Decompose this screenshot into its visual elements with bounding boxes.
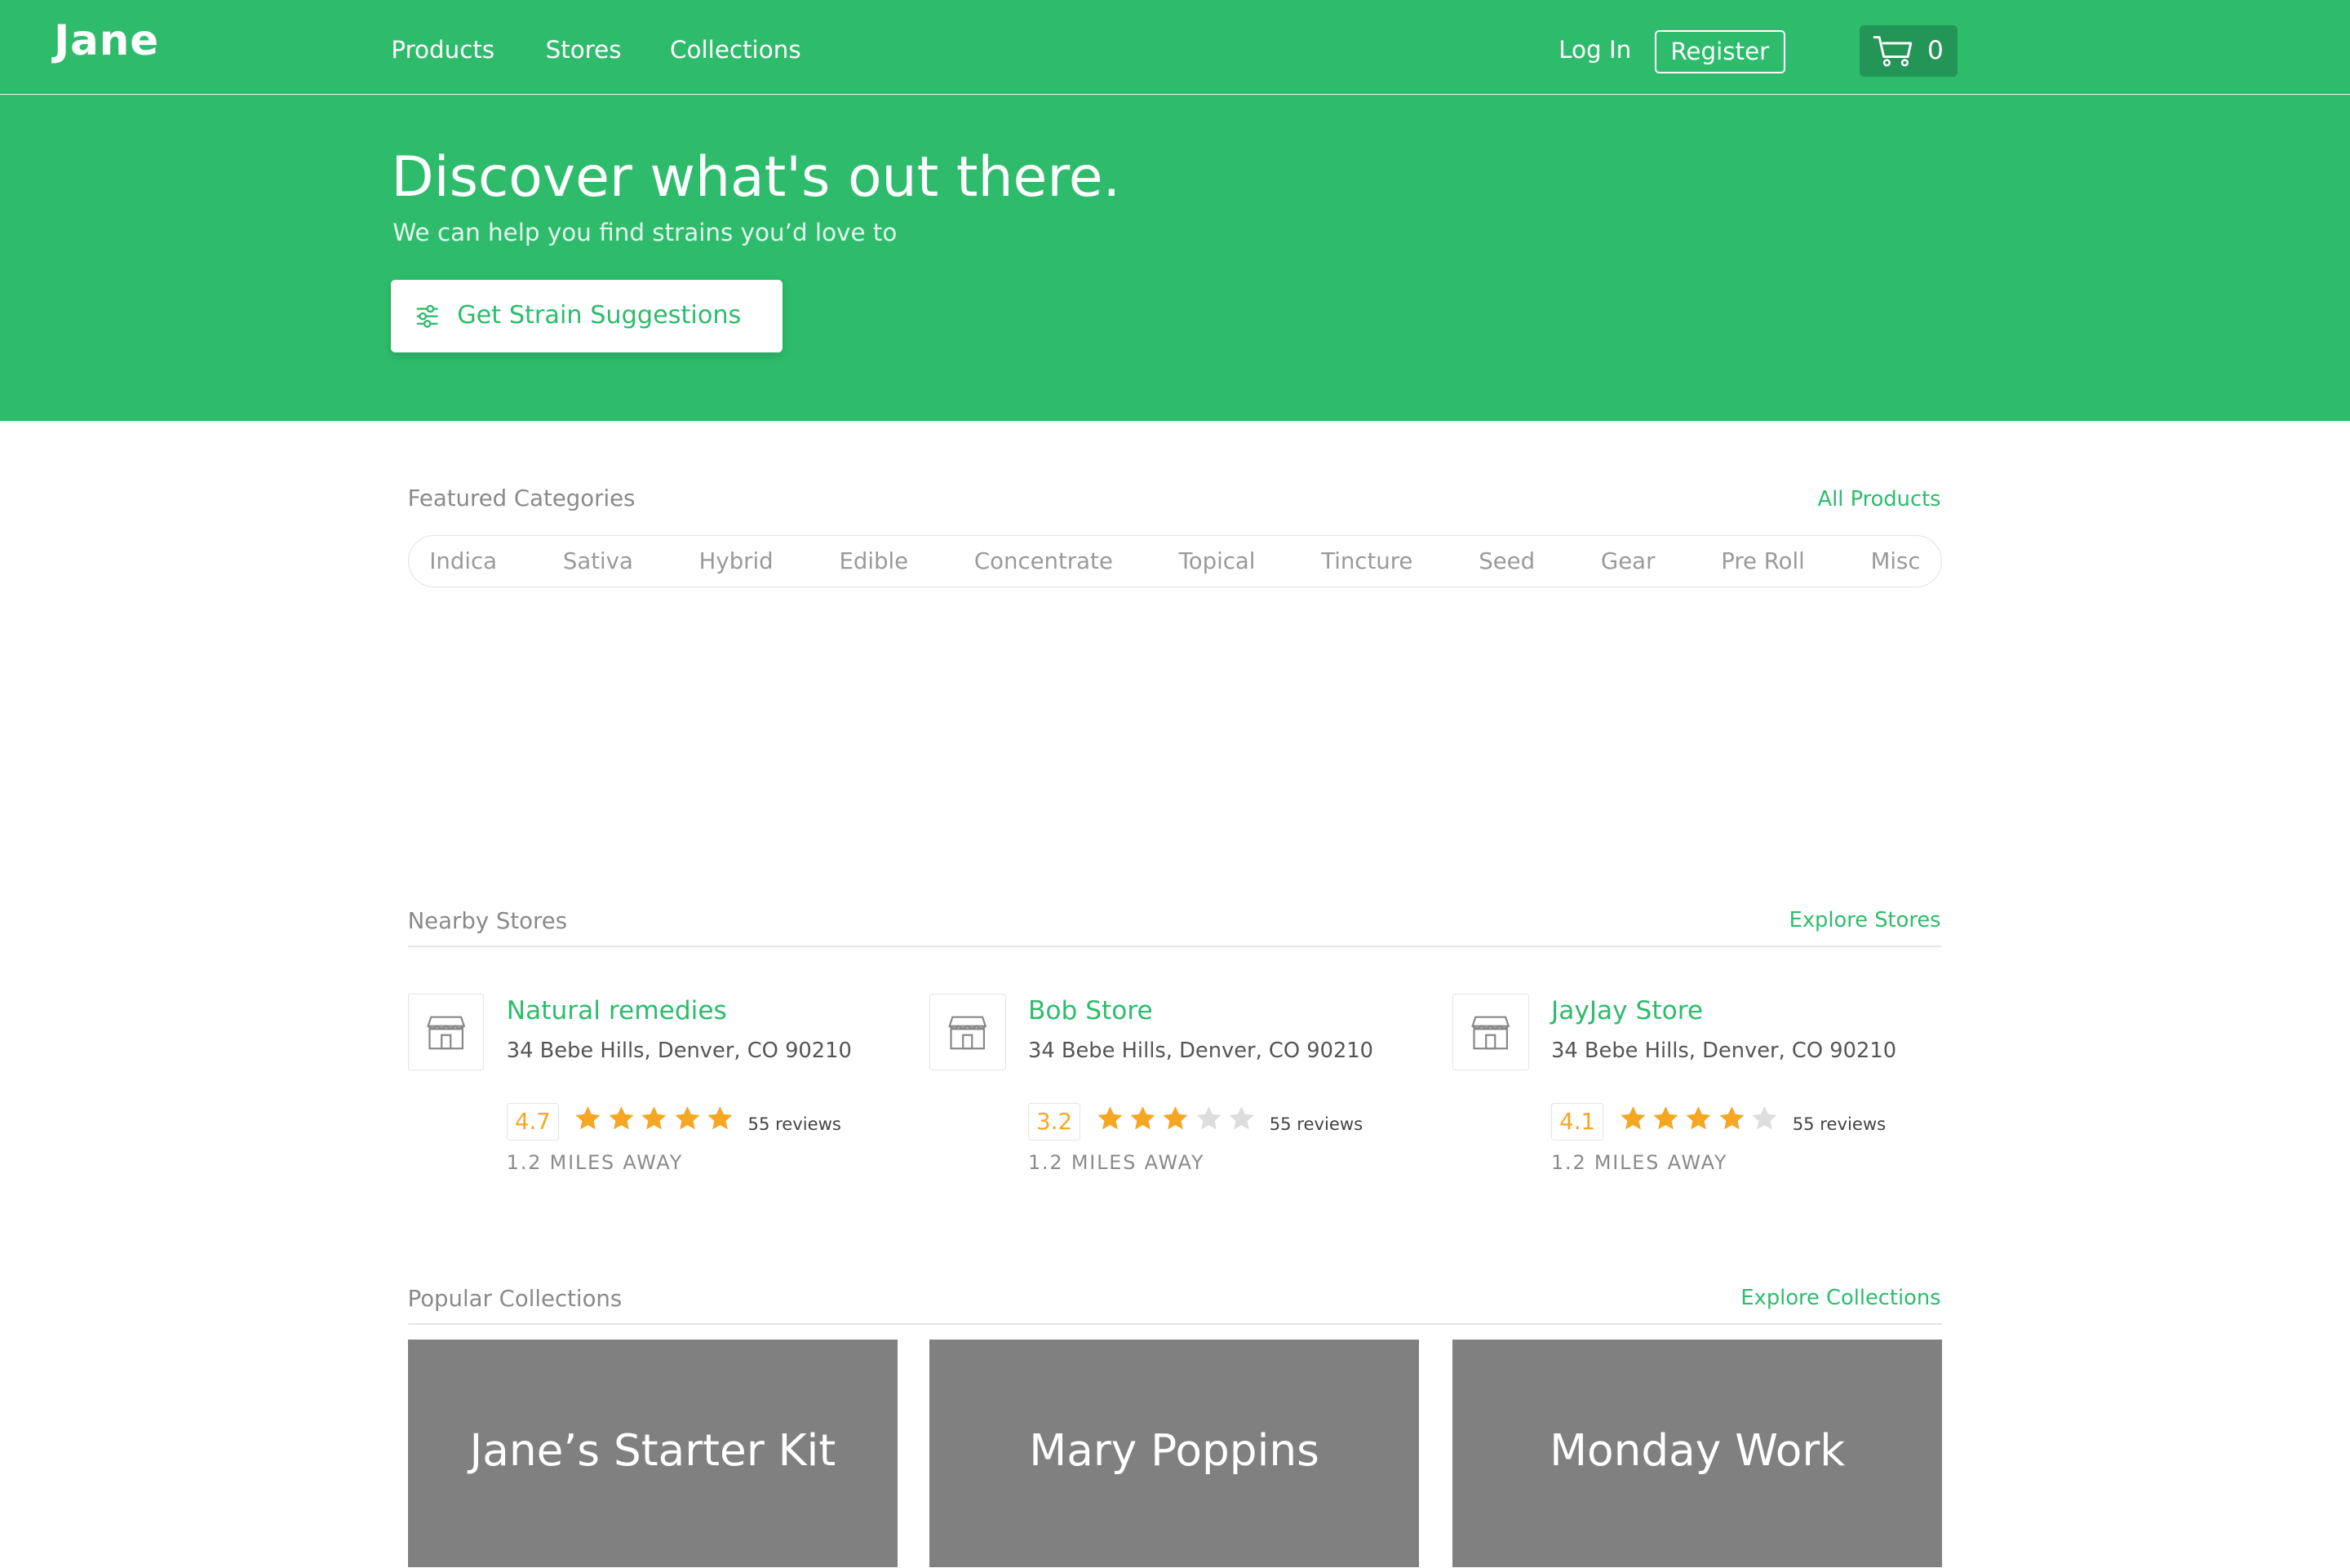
storefront-icon — [426, 1016, 466, 1049]
review-count[interactable]: 55 reviews — [748, 1114, 841, 1134]
store-name[interactable]: JayJay Store — [1551, 996, 1703, 1025]
store-card[interactable]: JayJay Store 34 Bebe Hills, Denver, CO 9… — [1452, 993, 1932, 1189]
star-filled-icon — [1621, 1105, 1646, 1130]
featured-categories-title: Featured Categories — [407, 485, 636, 512]
get-strain-suggestions-label: Get Strain Suggestions — [457, 301, 742, 330]
category-indica[interactable]: Indica — [429, 548, 497, 574]
star-filled-icon — [609, 1105, 634, 1130]
store-thumbnail — [1452, 993, 1529, 1070]
storefront-icon — [948, 1016, 987, 1049]
login-link[interactable]: Log In — [1559, 36, 1631, 64]
rating-badge: 3.2 — [1027, 1102, 1081, 1141]
star-rating — [574, 1105, 734, 1133]
page: Jane Products Stores Collections Log In … — [0, 0, 2350, 1568]
logo[interactable]: Jane — [54, 16, 159, 65]
explore-collections-link[interactable]: Explore Collections — [1740, 1286, 1940, 1310]
collection-title: Monday Work — [1550, 1424, 1846, 1476]
store-distance: 1.2 MILES AWAY — [506, 1150, 684, 1174]
store-name[interactable]: Natural remedies — [507, 996, 727, 1025]
category-sativa[interactable]: Sativa — [563, 548, 633, 574]
star-empty-icon — [1196, 1105, 1222, 1130]
collection-card[interactable]: Monday Work — [1452, 1340, 1943, 1568]
star-filled-icon — [575, 1105, 601, 1130]
category-tincture[interactable]: Tincture — [1321, 548, 1412, 574]
star-filled-icon — [1719, 1105, 1745, 1130]
star-filled-icon — [1686, 1105, 1711, 1130]
store-thumbnail — [407, 993, 485, 1070]
all-products-link[interactable]: All Products — [1818, 487, 1941, 512]
collection-card[interactable]: Mary Poppins — [929, 1340, 1420, 1568]
category-concentrate[interactable]: Concentrate — [974, 548, 1113, 574]
star-rating — [1096, 1105, 1256, 1133]
top-navbar: Jane Products Stores Collections Log In … — [0, 0, 2350, 94]
store-address: 34 Bebe Hills, Denver, CO 90210 — [506, 1038, 852, 1063]
review-count[interactable]: 55 reviews — [1793, 1114, 1886, 1134]
storefront-icon — [1471, 1016, 1510, 1049]
star-empty-icon — [1752, 1105, 1777, 1130]
nearby-stores-title: Nearby Stores — [407, 908, 568, 935]
nav-products[interactable]: Products — [391, 36, 494, 64]
cart-count: 0 — [1927, 36, 1944, 66]
store-address: 34 Bebe Hills, Denver, CO 90210 — [1551, 1038, 1897, 1063]
hero-title: Discover what's out there. — [391, 145, 1121, 210]
review-count[interactable]: 55 reviews — [1270, 1114, 1363, 1134]
store-card[interactable]: Natural remedies 34 Bebe Hills, Denver, … — [407, 993, 888, 1189]
cart-icon — [1873, 36, 1913, 67]
store-card[interactable]: Bob Store 34 Bebe Hills, Denver, CO 9021… — [929, 993, 1409, 1189]
category-pre-roll[interactable]: Pre Roll — [1721, 548, 1805, 574]
star-filled-icon — [1097, 1105, 1123, 1130]
nav-collections[interactable]: Collections — [670, 36, 801, 64]
star-filled-icon — [1653, 1105, 1678, 1130]
star-filled-icon — [1130, 1105, 1155, 1130]
rating-badge: 4.1 — [1551, 1102, 1604, 1141]
star-filled-icon — [707, 1105, 733, 1130]
store-address: 34 Bebe Hills, Denver, CO 90210 — [1027, 1038, 1374, 1063]
category-hybrid[interactable]: Hybrid — [699, 548, 774, 574]
nav-stores[interactable]: Stores — [546, 36, 622, 64]
star-empty-icon — [1229, 1105, 1254, 1130]
category-edible[interactable]: Edible — [839, 548, 908, 574]
rating-badge: 4.7 — [506, 1102, 559, 1141]
collection-title: Jane’s Starter Kit — [469, 1424, 836, 1476]
section-divider — [407, 945, 1943, 947]
popular-collections-title: Popular Collections — [407, 1285, 623, 1312]
category-seed[interactable]: Seed — [1479, 548, 1535, 574]
star-filled-icon — [1163, 1105, 1188, 1130]
hero-subtitle: We can help you find strains you’d love … — [392, 219, 898, 247]
category-gear[interactable]: Gear — [1601, 548, 1656, 574]
category-bar: Indica Sativa Hybrid Edible Concentrate … — [407, 534, 1943, 587]
collection-card[interactable]: Jane’s Starter Kit — [407, 1340, 898, 1568]
category-topical[interactable]: Topical — [1179, 548, 1256, 574]
store-distance: 1.2 MILES AWAY — [1027, 1150, 1205, 1174]
star-filled-icon — [675, 1105, 700, 1130]
collection-title: Mary Poppins — [1029, 1424, 1319, 1476]
section-divider — [407, 1322, 1943, 1325]
store-name[interactable]: Bob Store — [1028, 996, 1153, 1025]
cart-button[interactable]: 0 — [1860, 25, 1958, 77]
hero-banner: Discover what's out there. We can help y… — [0, 94, 2350, 422]
store-distance: 1.2 MILES AWAY — [1551, 1150, 1728, 1174]
star-rating — [1619, 1105, 1779, 1133]
sliders-icon — [416, 304, 438, 328]
explore-stores-link[interactable]: Explore Stores — [1789, 908, 1941, 932]
category-misc[interactable]: Misc — [1871, 548, 1921, 574]
register-button[interactable]: Register — [1654, 29, 1785, 74]
get-strain-suggestions-button[interactable]: Get Strain Suggestions — [391, 280, 783, 352]
star-filled-icon — [641, 1105, 667, 1130]
store-thumbnail — [929, 993, 1006, 1070]
